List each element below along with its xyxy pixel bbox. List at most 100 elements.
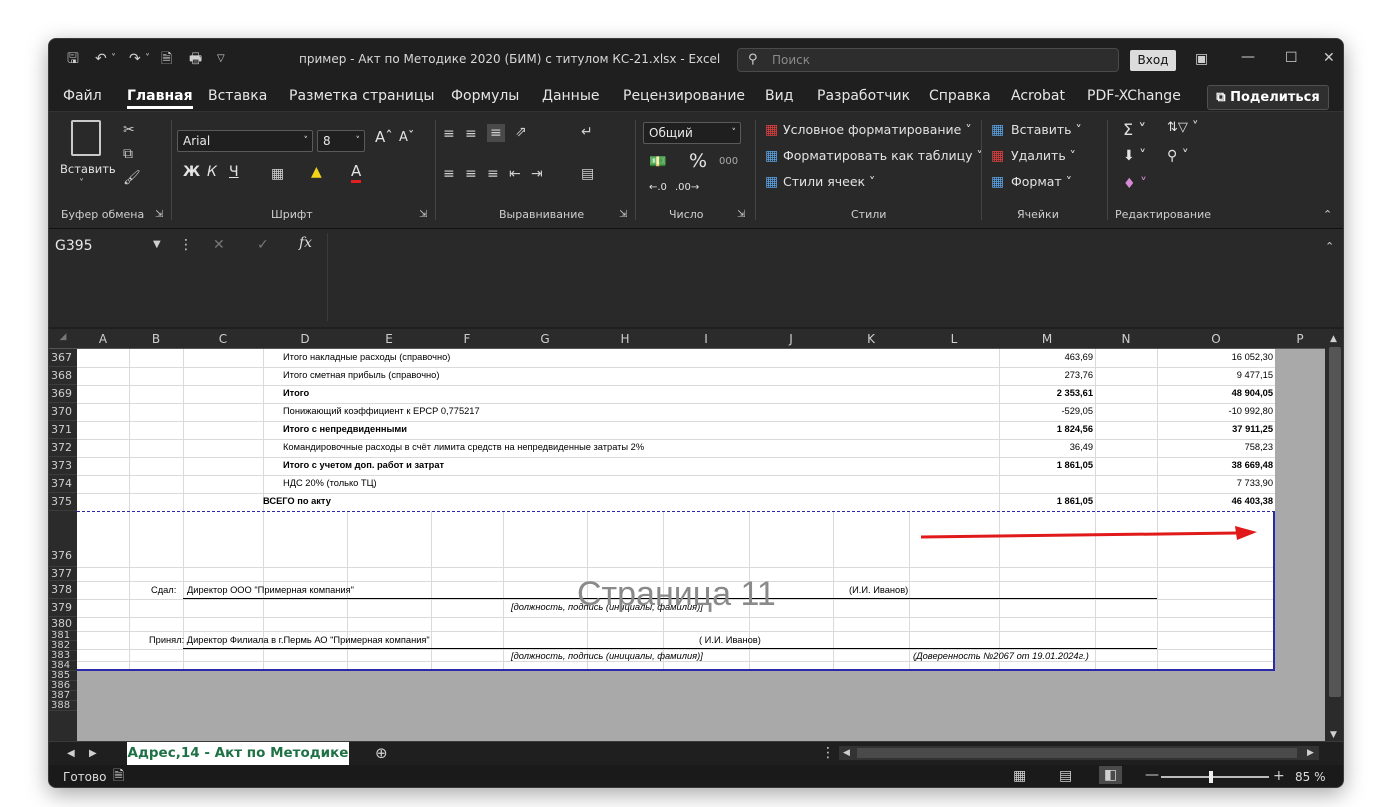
- row-label[interactable]: ВСЕГО по акту: [263, 496, 331, 506]
- currency-icon[interactable]: 💵: [649, 154, 666, 170]
- column-header-h[interactable]: H: [587, 332, 663, 346]
- row-header[interactable]: 380: [49, 617, 77, 631]
- cell-o[interactable]: 16 052,30: [1167, 352, 1273, 362]
- align-middle-icon[interactable]: ≡: [465, 126, 477, 142]
- merge-center-icon[interactable]: ▤: [581, 166, 594, 182]
- page-layout-view-icon[interactable]: ▤: [1059, 768, 1072, 784]
- percent-icon[interactable]: %: [689, 150, 707, 172]
- decrease-font-icon[interactable]: Aˇ: [399, 130, 414, 145]
- page-break-view-icon[interactable]: ◧: [1099, 766, 1123, 784]
- column-header-f[interactable]: F: [431, 332, 503, 346]
- cell-o[interactable]: -10 992,80: [1167, 406, 1273, 416]
- worksheet-grid[interactable]: Итого накладные расходы (справочно) 463,…: [77, 349, 1325, 745]
- power-of-attorney[interactable]: (Доверенность №2067 от 19.01.2024г.): [913, 651, 1089, 661]
- thousands-separator-icon[interactable]: 000: [719, 156, 738, 167]
- cell-m[interactable]: 1 861,05: [997, 496, 1093, 506]
- column-header-n[interactable]: N: [1095, 332, 1157, 346]
- zoom-level[interactable]: 85 %: [1295, 770, 1326, 784]
- cell-o[interactable]: 48 904,05: [1167, 388, 1273, 398]
- row-header[interactable]: 368: [49, 367, 77, 385]
- accepted-by[interactable]: Принял: Директор Филиала в г.Пермь АО "П…: [149, 635, 430, 645]
- handed-over-name[interactable]: (И.И. Иванов): [849, 585, 908, 595]
- row-header[interactable]: 377: [49, 567, 77, 581]
- delete-cells-button[interactable]: Удалить ˅: [1011, 148, 1076, 163]
- alignment-launcher-icon[interactable]: ⇲: [619, 207, 627, 223]
- prev-sheet-icon[interactable]: ◀: [67, 746, 75, 762]
- row-header[interactable]: 374: [49, 475, 77, 493]
- print-preview-icon[interactable]: 🗎: [161, 51, 172, 67]
- tab-formulas[interactable]: Формулы: [451, 88, 519, 104]
- horizontal-scrollbar[interactable]: ◀ ▶: [839, 746, 1319, 760]
- number-launcher-icon[interactable]: ⇲: [737, 207, 745, 223]
- zoom-out-icon[interactable]: —: [1145, 767, 1159, 783]
- wrap-text-icon[interactable]: ↵: [581, 124, 593, 140]
- column-header-b[interactable]: B: [129, 332, 183, 346]
- more-options-icon[interactable]: ⋮: [179, 237, 193, 253]
- undo-icon[interactable]: ↶: [95, 51, 107, 67]
- name-box[interactable]: G395: [55, 235, 165, 257]
- fill-color-icon[interactable]: ▲: [311, 164, 322, 180]
- format-as-table-button[interactable]: Форматировать как таблицу ˅: [783, 148, 983, 163]
- font-launcher-icon[interactable]: ⇲: [419, 207, 427, 223]
- close-icon[interactable]: ✕: [1323, 50, 1335, 66]
- insert-cells-button[interactable]: Вставить ˅: [1011, 122, 1082, 137]
- copy-icon[interactable]: ⧉: [123, 146, 133, 162]
- formula-input[interactable]: [327, 233, 1339, 321]
- bold-button[interactable]: Ж: [183, 164, 200, 180]
- row-label[interactable]: Итого с непредвиденными: [283, 424, 407, 434]
- ribbon-display-icon[interactable]: ▣: [1195, 51, 1208, 67]
- tab-help[interactable]: Справка: [929, 88, 991, 104]
- next-sheet-icon[interactable]: ▶: [89, 746, 97, 762]
- normal-view-icon[interactable]: ▦: [1013, 768, 1026, 784]
- align-top-icon[interactable]: ≡: [443, 126, 455, 142]
- clear-icon[interactable]: ♦ ˅: [1123, 176, 1147, 192]
- column-header-k[interactable]: K: [833, 332, 909, 346]
- paste-dropdown-icon[interactable]: ˅: [79, 176, 84, 192]
- row-header[interactable]: 369: [49, 385, 77, 403]
- column-header-i[interactable]: I: [663, 332, 749, 346]
- cancel-entry-icon[interactable]: ✕: [213, 237, 225, 253]
- decrease-indent-icon[interactable]: ⇤: [509, 166, 521, 182]
- add-sheet-icon[interactable]: ⊕: [375, 745, 388, 761]
- row-header[interactable]: 370: [49, 403, 77, 421]
- cell-o[interactable]: 9 477,15: [1167, 370, 1273, 380]
- cell-m[interactable]: 1 861,05: [997, 460, 1093, 470]
- sheet-tab-active[interactable]: Адрес,14 - Акт по Методике: [127, 742, 349, 765]
- scrollbar-thumb[interactable]: [1329, 347, 1341, 697]
- column-header-m[interactable]: M: [999, 332, 1095, 346]
- undo-dropdown-icon[interactable]: ˅: [111, 51, 116, 67]
- column-header-l[interactable]: L: [909, 332, 999, 346]
- cell-o[interactable]: 7 733,90: [1167, 478, 1273, 488]
- tab-home[interactable]: Главная: [127, 88, 193, 109]
- row-label[interactable]: Понижающий коэффициент к ЕРСР 0,775217: [283, 406, 480, 416]
- tab-page-layout[interactable]: Разметка страницы: [289, 88, 434, 104]
- increase-font-icon[interactable]: Aˆ: [375, 128, 393, 146]
- scroll-right-icon[interactable]: ▶: [1307, 745, 1314, 761]
- column-header-g[interactable]: G: [503, 332, 587, 346]
- select-all-corner[interactable]: ◢: [55, 332, 71, 342]
- paste-icon[interactable]: [71, 120, 101, 156]
- accepted-by-name[interactable]: ( И.И. Иванов): [699, 635, 761, 645]
- tab-pdf-xchange[interactable]: PDF-XChange: [1087, 88, 1181, 104]
- column-header-a[interactable]: A: [77, 332, 129, 346]
- row-header[interactable]: 372: [49, 439, 77, 457]
- align-center-icon[interactable]: ≡: [465, 166, 477, 182]
- zoom-in-icon[interactable]: +: [1273, 768, 1285, 784]
- font-color-icon[interactable]: A: [351, 162, 362, 183]
- paste-button[interactable]: Вставить: [60, 162, 116, 176]
- minimize-icon[interactable]: —: [1241, 49, 1255, 65]
- tab-developer[interactable]: Разработчик: [817, 88, 910, 104]
- row-header[interactable]: 371: [49, 421, 77, 439]
- column-header-o[interactable]: O: [1157, 332, 1275, 346]
- row-header[interactable]: 378: [49, 581, 77, 599]
- maximize-icon[interactable]: ☐: [1285, 50, 1298, 66]
- handed-over-position[interactable]: Директор ООО "Примерная компания": [187, 585, 354, 595]
- cell-o[interactable]: 758,23: [1167, 442, 1273, 452]
- redo-icon[interactable]: ↷: [129, 51, 141, 67]
- borders-icon[interactable]: ▦: [271, 166, 284, 182]
- row-header[interactable]: 375: [49, 493, 77, 511]
- row-header[interactable]: 373: [49, 457, 77, 475]
- collapse-ribbon-icon[interactable]: ⌃: [1323, 207, 1332, 223]
- cut-icon[interactable]: ✂: [123, 122, 135, 138]
- orientation-icon[interactable]: ⇗: [515, 124, 527, 140]
